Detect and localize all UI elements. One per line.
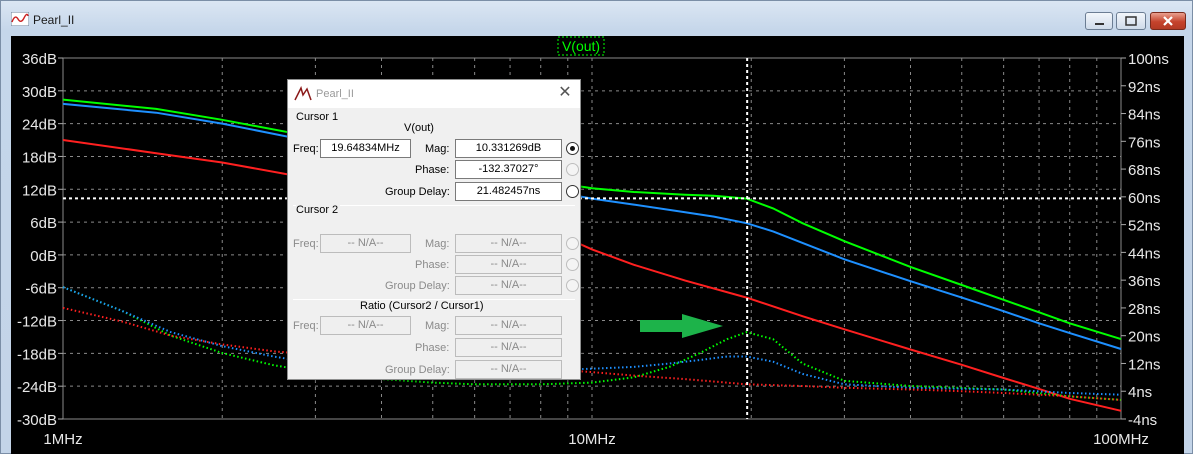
right-axis-tick-label: 36ns [1128,273,1161,290]
annotation-arrow-icon [640,314,723,338]
dialog-title: Pearl_II [316,88,354,100]
ltspice-icon [294,86,312,101]
ratio-phase-field[interactable]: -- N/A-- [455,338,562,357]
ratio-group-delay-label: Group Delay: [385,364,450,376]
ratio-freq-field[interactable]: -- N/A-- [320,316,411,335]
cursor1-mag-field[interactable]: 10.331269dB [455,139,562,158]
cursor2-mag-radio[interactable] [566,237,579,250]
cursor2-mag-field[interactable]: -- N/A-- [455,234,562,253]
close-icon [1163,16,1173,26]
cursor1-group-delay-label: Group Delay: [385,186,450,198]
cursor2-group-delay-radio[interactable] [566,279,579,292]
cursor2-group-delay-label: Group Delay: [385,280,450,292]
cursor1-phase-radio[interactable] [566,163,579,176]
right-axis-tick-label: -4ns [1128,412,1157,429]
cursor2-phase-label: Phase: [415,259,450,271]
ratio-mag-field[interactable]: -- N/A-- [455,316,562,335]
right-axis-tick-label: 84ns [1128,107,1161,124]
left-axis-tick-label: 18dB [22,149,57,166]
left-axis-tick-label: -6dB [25,281,57,298]
restore-icon [1125,16,1137,26]
ratio-mag-label: Mag: [425,320,450,332]
cursor1-phase-label: Phase: [415,164,450,176]
cursor2-phase-radio[interactable] [566,258,579,271]
minimize-button[interactable] [1085,12,1113,30]
cursor2-freq-field[interactable]: -- N/A-- [320,234,411,253]
cursor1-trace-name: V(out) [404,122,434,134]
left-axis-tick-label: -12dB [17,314,57,331]
x-axis-tick-label: 100MHz [1093,431,1149,448]
cursor1-phase-field[interactable]: -132.37027° [455,160,562,179]
dialog-close-icon[interactable]: ✕ [556,84,574,102]
ratio-freq-label: Freq: [293,320,319,332]
trace-label-vout[interactable]: V(out) [562,38,600,54]
left-axis-tick-label: -18dB [17,346,57,363]
cursor2-mag-label: Mag: [425,238,450,250]
waveform-app-icon [11,12,29,26]
right-axis-tick-label: 4ns [1128,384,1152,401]
right-axis-tick-label: 20ns [1128,329,1161,346]
bode-plot[interactable]: 36dB 30dB 24dB 18dB 12dB 6dB 0dB -6dB -12dB -18dB… [11,36,1184,454]
cursor2-group-label: Cursor 2 [296,204,341,216]
plot-pane[interactable]: 36dB 30dB 24dB 18dB 12dB 6dB 0dB -6dB -12dB -18dB… [11,36,1184,454]
right-axis-tick-label: 60ns [1128,190,1161,207]
left-axis-tick-label: 6dB [30,215,57,232]
cursor1-group-label: Cursor 1 [296,111,339,123]
right-axis-tick-label: 28ns [1128,301,1161,318]
left-axis-tick-label: 0dB [30,248,57,265]
right-axis-tick-label: 12ns [1128,356,1161,373]
ratio-phase-label: Phase: [415,342,450,354]
right-axis-tick-label: 92ns [1128,79,1161,96]
right-axis-tick-label: 44ns [1128,245,1161,262]
left-axis-tick-label: 30dB [22,84,57,101]
cursor1-group-delay-radio[interactable] [566,185,579,198]
left-axis-tick-label: -24dB [17,379,57,396]
cursor1-freq-field[interactable]: 19.64834MHz [320,139,411,158]
left-axis-tick-label: 12dB [22,182,57,199]
cursor1-group-delay-field[interactable]: 21.482457ns [455,182,562,201]
cursor1-mag-radio[interactable] [566,142,579,155]
cursor2-phase-field[interactable]: -- N/A-- [455,255,562,274]
window-title: Pearl_II [33,13,75,27]
x-axis-tick-label: 1MHz [43,431,82,448]
x-axis-tick-label: 10MHz [568,431,616,448]
ratio-group-label: Ratio (Cursor2 / Cursor1) [360,300,484,312]
app-window: Pearl_II 36dB 30dB 24dB 18dB 12dB 6dB 0dB -6dB -… [0,0,1193,454]
left-axis-tick-label: -30dB [17,412,57,429]
right-axis-tick-label: 100ns [1128,51,1169,68]
cursor-dialog[interactable]: Pearl_II ✕ Cursor 1 V(out) Freq: 19.6483… [287,79,581,380]
close-button[interactable] [1150,12,1186,30]
right-axis-tick-label: 76ns [1128,134,1161,151]
minimize-icon [1095,23,1104,25]
cursor2-freq-label: Freq: [293,238,319,250]
title-bar[interactable]: Pearl_II [1,1,1193,35]
cursor2-group-delay-field[interactable]: -- N/A-- [455,276,562,295]
left-axis-tick-label: 36dB [22,51,57,68]
right-axis-tick-label: 68ns [1128,162,1161,179]
cursor1-freq-label: Freq: [293,143,319,155]
ratio-group-delay-field[interactable]: -- N/A-- [455,360,562,379]
restore-button[interactable] [1116,12,1146,30]
cursor1-mag-label: Mag: [425,143,450,155]
right-axis-tick-label: 52ns [1128,218,1161,235]
dialog-title-bar[interactable]: Pearl_II ✕ [288,80,580,108]
left-axis-tick-label: 24dB [22,117,57,134]
